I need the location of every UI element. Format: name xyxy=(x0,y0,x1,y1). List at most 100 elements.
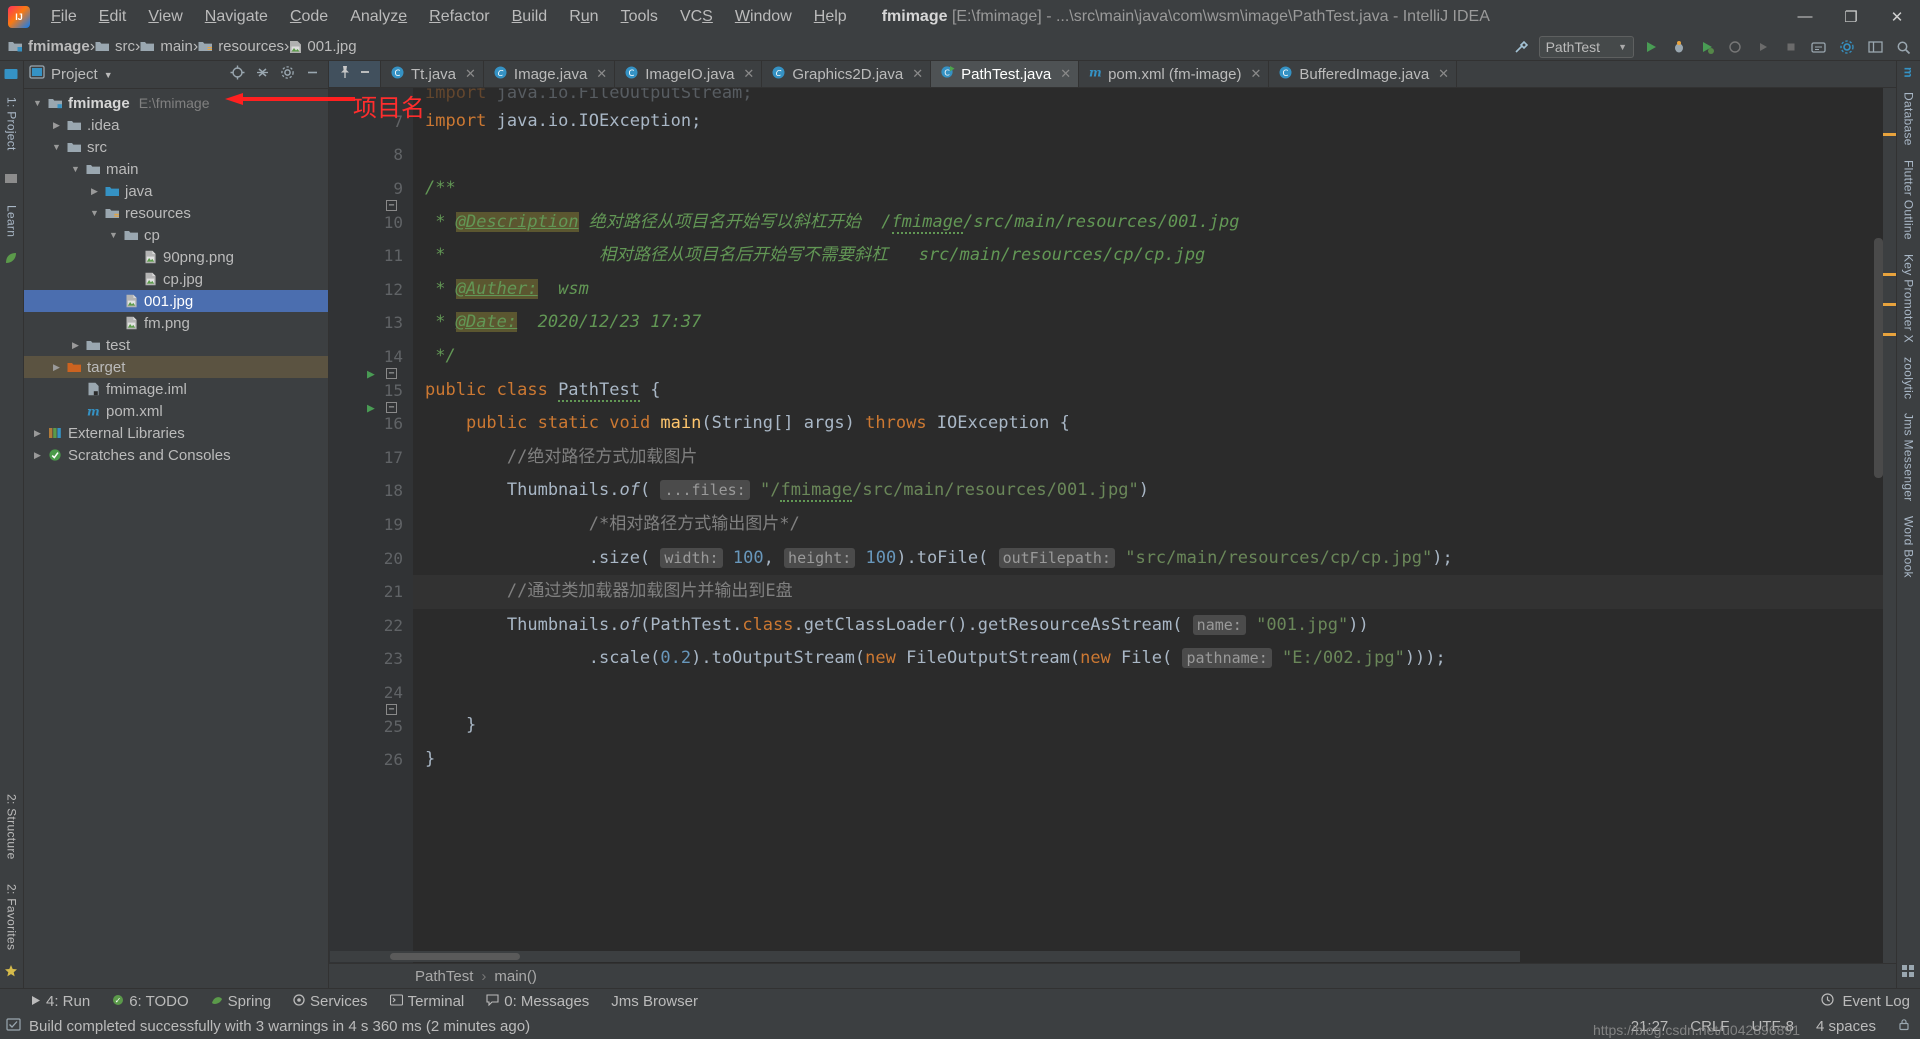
editor-gutter[interactable]: − − ▶ ▶ − − 6789101112131415161718192021… xyxy=(329,88,413,963)
sidebar-item-jms-messenger[interactable]: Jms Messenger xyxy=(1902,413,1916,502)
menu-window[interactable]: Window xyxy=(724,5,803,29)
code-line-23[interactable]: .scale(0.2).toOutputStream(new FileOutpu… xyxy=(413,642,1883,676)
debug-icon[interactable] xyxy=(1668,36,1690,58)
chevron-right-icon[interactable]: ▶ xyxy=(30,428,45,439)
minimize-icon[interactable] xyxy=(358,65,372,84)
code-text[interactable]: import java.io.FileOutputStream; import j… xyxy=(413,88,1883,777)
tree-node-java[interactable]: ▶ java xyxy=(24,180,328,202)
tree-node-idea[interactable]: ▶ .idea xyxy=(24,114,328,136)
run-icon[interactable] xyxy=(1640,36,1662,58)
tool-window-terminal[interactable]: Terminal xyxy=(389,993,464,1010)
profiler-icon[interactable] xyxy=(1724,36,1746,58)
close-icon[interactable]: ✕ xyxy=(596,66,607,82)
code-line-7[interactable]: import java.io.IOException; xyxy=(413,105,1883,139)
sidebar-item-key-promoter[interactable]: Key Promoter X xyxy=(1902,254,1916,343)
code-line-25[interactable]: } xyxy=(413,709,1883,743)
code-line-14[interactable]: */ xyxy=(413,340,1883,374)
tool-window-jms-browser[interactable]: Jms Browser xyxy=(611,993,698,1010)
close-icon[interactable]: ✕ xyxy=(1060,66,1071,82)
tree-node-pom-xml[interactable]: m pom.xml xyxy=(24,400,328,422)
tree-node-fmimage[interactable]: ▼ fmimage E:\fmimage xyxy=(24,92,328,114)
editor-tab-imageio-java[interactable]: C ImageIO.java ✕ xyxy=(615,61,763,87)
project-tree[interactable]: ▼ fmimage E:\fmimage ▶ .idea ▼ src ▼ main ▶ java ▼ r… xyxy=(24,89,328,988)
leaf-icon[interactable] xyxy=(4,251,20,267)
sidebar-item-learn[interactable]: Learn xyxy=(5,205,19,237)
code-line-13[interactable]: * @Date: 2020/12/23 17:37 xyxy=(413,306,1883,340)
minimize-button[interactable]: — xyxy=(1782,0,1828,33)
editor-vertical-scrollbar[interactable] xyxy=(1874,238,1883,478)
editor-marker-strip[interactable] xyxy=(1883,88,1896,963)
menu-vcs[interactable]: VCS xyxy=(669,5,724,29)
code-line-11[interactable]: * 相对路径从项目名后开始写不需要斜杠 src/main/resources/c… xyxy=(413,239,1883,273)
warning-marker[interactable] xyxy=(1883,133,1896,136)
editor-tab-pom-xml-fm-image[interactable]: m pom.xml (fm-image) ✕ xyxy=(1079,61,1270,87)
tool-window-spring[interactable]: Spring xyxy=(211,993,271,1010)
breadcrumb-item-001jpg[interactable]: 001.jpg xyxy=(289,38,357,55)
tree-node-90png-png[interactable]: 90png.png xyxy=(24,246,328,268)
gear-icon[interactable] xyxy=(280,65,295,85)
run-method-gutter-icon[interactable]: ▶ xyxy=(367,401,375,416)
tree-node-test[interactable]: ▶ test xyxy=(24,334,328,356)
code-line-12[interactable]: * @Auther: wsm xyxy=(413,273,1883,307)
code-line-8[interactable] xyxy=(413,138,1883,172)
code-line-26[interactable]: } xyxy=(413,743,1883,777)
tree-node-scratches-and-consoles[interactable]: ▶ Scratches and Consoles xyxy=(24,444,328,466)
tool-window-services[interactable]: Services xyxy=(293,993,368,1010)
tree-node-001-jpg[interactable]: 001.jpg xyxy=(24,290,328,312)
close-icon[interactable]: ✕ xyxy=(912,66,923,82)
menu-file[interactable]: File xyxy=(40,5,88,29)
star-icon[interactable] xyxy=(4,964,20,980)
run-class-gutter-icon[interactable]: ▶ xyxy=(367,367,375,382)
breadcrumb-item-main[interactable]: main xyxy=(140,38,193,55)
chevron-down-icon[interactable]: ▼ xyxy=(68,164,83,174)
menu-build[interactable]: Build xyxy=(501,5,559,29)
code-line-10[interactable]: * @Description 绝对路径从项目名开始写以斜杠开始 /fmimage… xyxy=(413,206,1883,240)
chevron-down-icon[interactable]: ▼ xyxy=(104,70,113,80)
pin-icon[interactable] xyxy=(338,65,352,84)
close-icon[interactable]: ✕ xyxy=(465,66,476,82)
grid-icon[interactable] xyxy=(1901,964,1917,980)
editor-breadcrumb-method[interactable]: main() xyxy=(494,968,537,985)
close-button[interactable]: ✕ xyxy=(1874,0,1920,33)
menu-refactor[interactable]: Refactor xyxy=(418,5,500,29)
editor-tab-pathtest-java[interactable]: C PathTest.java ✕ xyxy=(931,61,1080,87)
sidebar-item-favorites[interactable]: 2: Favorites xyxy=(5,884,19,950)
tool-window-run[interactable]: 4: Run xyxy=(30,993,90,1010)
build-hammer-icon[interactable] xyxy=(1511,36,1533,58)
sidebar-item-database[interactable]: Database xyxy=(1902,92,1916,146)
rerun-icon[interactable] xyxy=(1752,36,1774,58)
code-line-19[interactable]: /*相对路径方式输出图片*/ xyxy=(413,508,1883,542)
search-icon[interactable] xyxy=(1892,36,1914,58)
maven-strip-icon[interactable] xyxy=(4,171,20,187)
editor-tab-image-java[interactable]: C Image.java ✕ xyxy=(484,61,616,87)
code-line-6[interactable]: import java.io.FileOutputStream; xyxy=(413,88,1883,105)
chevron-right-icon[interactable]: ▶ xyxy=(49,362,64,373)
run-with-coverage-icon[interactable] xyxy=(1696,36,1718,58)
menu-help[interactable]: Help xyxy=(803,5,858,29)
chevron-right-icon[interactable]: ▶ xyxy=(68,340,83,351)
chevron-down-icon[interactable]: ▼ xyxy=(49,142,64,152)
tree-node-main[interactable]: ▼ main xyxy=(24,158,328,180)
event-log-label[interactable]: Event Log xyxy=(1842,993,1910,1010)
settings-gear-icon[interactable] xyxy=(1836,36,1858,58)
menu-navigate[interactable]: Navigate xyxy=(194,5,279,29)
search-everywhere-icon[interactable] xyxy=(1808,36,1830,58)
tree-node-external-libraries[interactable]: ▶ External Libraries xyxy=(24,422,328,444)
code-line-9[interactable]: /** xyxy=(413,172,1883,206)
code-line-16[interactable]: public static void main(String[] args) t… xyxy=(413,407,1883,441)
code-line-22[interactable]: Thumbnails.of(PathTest.class.getClassLoa… xyxy=(413,609,1883,643)
breadcrumb-item-fmimage[interactable]: fmimage xyxy=(8,38,90,55)
code-line-24[interactable] xyxy=(413,676,1883,710)
hide-icon[interactable] xyxy=(305,65,320,85)
close-icon[interactable]: ✕ xyxy=(1438,66,1449,82)
menu-code[interactable]: Code xyxy=(279,5,339,29)
sidebar-item-structure[interactable]: 2: Structure xyxy=(5,794,19,860)
menu-run[interactable]: Run xyxy=(558,5,609,29)
chevron-down-icon[interactable]: ▼ xyxy=(30,98,45,108)
chevron-right-icon[interactable]: ▶ xyxy=(49,120,64,131)
tree-node-resources[interactable]: ▼ resources xyxy=(24,202,328,224)
run-configuration-selector[interactable]: PathTest ▼ xyxy=(1538,36,1634,58)
sidebar-item-zoolytic[interactable]: zoolytic xyxy=(1902,357,1916,399)
code-scroll-area[interactable]: import java.io.FileOutputStream; import j… xyxy=(413,88,1883,963)
menu-view[interactable]: View xyxy=(137,5,193,29)
